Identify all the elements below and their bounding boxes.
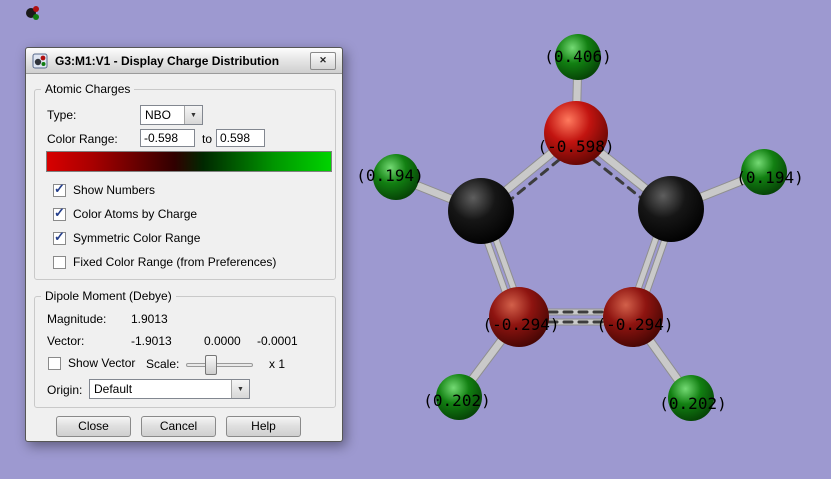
to-label: to xyxy=(202,132,213,146)
charge-label-h-left: (0.194) xyxy=(356,166,423,185)
main-window: (0.406) (-0.598) (-0.294) (-0.294) (0.194) (0… xyxy=(0,0,831,479)
checkbox-row-fixed-range[interactable]: ✓ Fixed Color Range (from Preferences) xyxy=(53,255,276,269)
check-icon: ✓ xyxy=(54,228,65,244)
origin-combobox-value[interactable]: Default xyxy=(90,380,231,398)
close-icon[interactable]: ✕ xyxy=(310,51,336,70)
atomic-charges-group-label: Atomic Charges xyxy=(41,82,135,96)
check-icon: ✓ xyxy=(54,180,65,196)
show-vector-label[interactable]: Show Vector xyxy=(68,356,135,370)
scale-factor-value: x 1 xyxy=(269,357,286,371)
charge-color-gradient-bar xyxy=(46,151,332,172)
charge-label-c-bottom-left: (-0.294) xyxy=(482,315,559,334)
dialog-titlebar[interactable]: G3:M1:V1 - Display Charge Distribution ✕ xyxy=(26,48,342,74)
scale-slider-track[interactable] xyxy=(186,363,253,367)
help-button[interactable]: Help xyxy=(226,416,301,437)
symmetric-range-label[interactable]: Symmetric Color Range xyxy=(73,231,200,245)
check-icon: ✓ xyxy=(54,204,65,220)
checkbox-row-show-vector[interactable]: ✓ Show Vector xyxy=(48,356,135,370)
atom-c-ring-right[interactable] xyxy=(638,176,704,242)
charge-label-h-bottom-right: (0.202) xyxy=(659,394,726,413)
scale-label: Scale: xyxy=(146,357,180,371)
fixed-range-checkbox[interactable]: ✓ xyxy=(53,255,66,269)
dialog-title: G3:M1:V1 - Display Charge Distribution xyxy=(55,53,280,68)
vector-label: Vector: xyxy=(47,334,85,348)
charge-label-c-bottom-right: (-0.294) xyxy=(596,315,673,334)
type-combobox[interactable]: NBO ▼ xyxy=(140,105,203,125)
scale-slider-thumb[interactable] xyxy=(205,355,217,375)
symmetric-range-checkbox[interactable]: ✓ xyxy=(53,228,66,245)
close-button[interactable]: Close xyxy=(56,416,131,437)
cancel-button[interactable]: Cancel xyxy=(141,416,216,437)
origin-combobox[interactable]: Default ▼ xyxy=(89,379,250,399)
dialog-icon xyxy=(32,53,48,68)
type-combobox-value[interactable]: NBO xyxy=(141,106,184,124)
show-numbers-checkbox[interactable]: ✓ xyxy=(53,180,66,197)
type-label: Type: xyxy=(47,108,77,122)
color-range-max-input[interactable] xyxy=(216,129,265,147)
vector-y-value: 0.0000 xyxy=(204,334,241,348)
fixed-range-label[interactable]: Fixed Color Range (from Preferences) xyxy=(73,255,276,269)
charge-label-h-top: (0.406) xyxy=(544,47,611,66)
origin-label: Origin: xyxy=(47,383,83,397)
color-range-label: Color Range: xyxy=(47,132,118,146)
dipole-moment-group-label: Dipole Moment (Debye) xyxy=(41,289,176,303)
magnitude-value: 1.9013 xyxy=(131,312,168,326)
app-icon xyxy=(26,6,39,20)
atom-c-ring-left[interactable] xyxy=(448,178,514,244)
chevron-down-icon[interactable]: ▼ xyxy=(231,380,249,398)
charge-label-h-right: (0.194) xyxy=(736,168,803,187)
checkbox-row-color-atoms[interactable]: ✓ Color Atoms by Charge xyxy=(53,204,197,221)
show-numbers-label[interactable]: Show Numbers xyxy=(73,183,155,197)
checkbox-row-symmetric-range[interactable]: ✓ Symmetric Color Range xyxy=(53,228,200,245)
color-range-min-input[interactable] xyxy=(140,129,195,147)
chevron-down-icon[interactable]: ▼ xyxy=(184,106,202,124)
vector-x-value: -1.9013 xyxy=(131,334,172,348)
display-charge-distribution-dialog: G3:M1:V1 - Display Charge Distribution ✕… xyxy=(25,47,343,442)
color-atoms-checkbox[interactable]: ✓ xyxy=(53,204,66,221)
charge-label-n-ring-top: (-0.598) xyxy=(537,137,614,156)
checkbox-row-show-numbers[interactable]: ✓ Show Numbers xyxy=(53,180,155,197)
color-atoms-label[interactable]: Color Atoms by Charge xyxy=(73,207,197,221)
show-vector-checkbox[interactable]: ✓ xyxy=(48,356,61,370)
magnitude-label: Magnitude: xyxy=(47,312,107,326)
charge-label-h-bottom-left: (0.202) xyxy=(423,391,490,410)
vector-z-value: -0.0001 xyxy=(257,334,298,348)
